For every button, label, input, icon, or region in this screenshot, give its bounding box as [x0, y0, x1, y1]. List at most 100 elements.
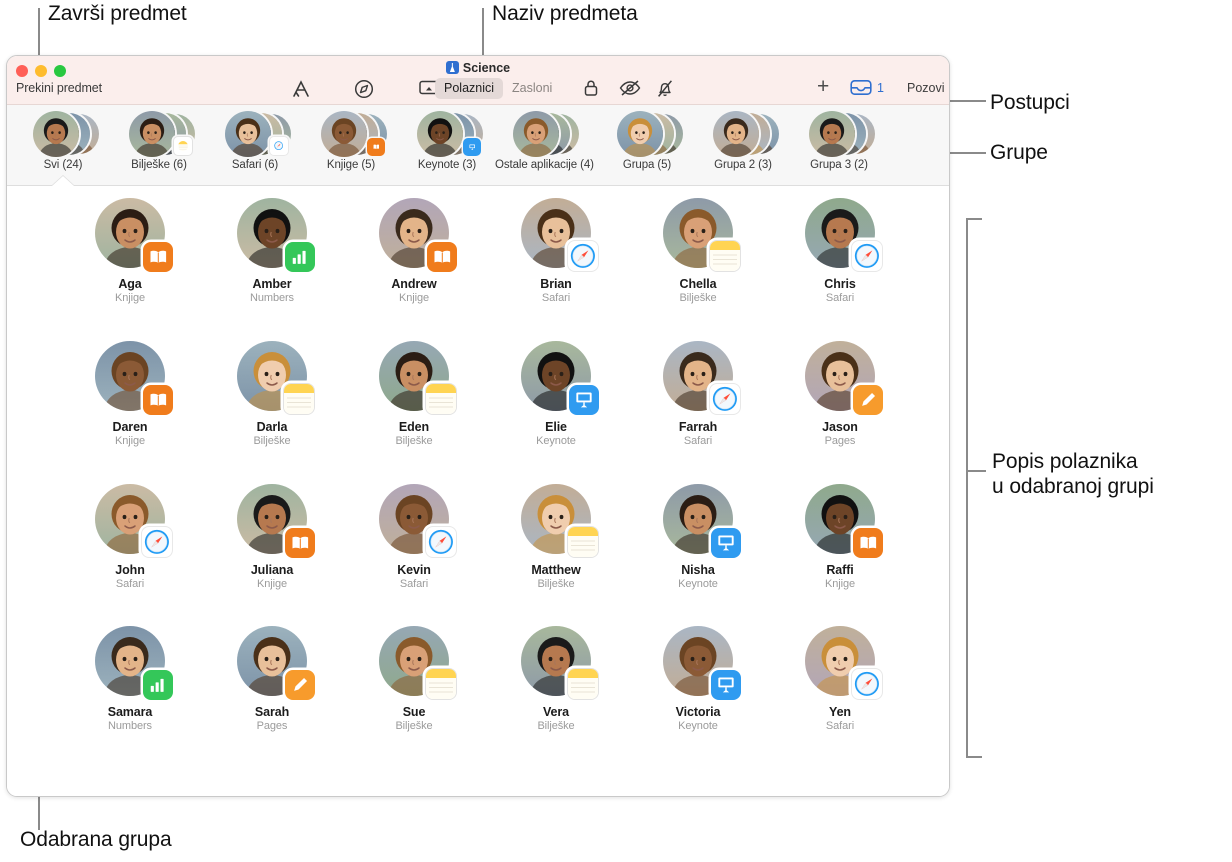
student-name: Samara	[107, 705, 153, 719]
group-tab-6[interactable]: Ostale aplikacije (4)	[495, 111, 594, 171]
group-tab-label: Svi (24)	[43, 159, 83, 171]
student-card[interactable]: Andrew Knjige	[343, 198, 485, 304]
student-card[interactable]: Nisha Keynote	[627, 484, 769, 590]
student-photo-wrap	[379, 341, 457, 415]
avatar	[809, 111, 855, 157]
notes-app-icon	[173, 136, 193, 156]
pages-app-icon	[285, 670, 315, 700]
student-card[interactable]: Sue Bilješke	[343, 626, 485, 732]
student-photo-wrap	[663, 341, 741, 415]
keynote-app-icon	[569, 385, 599, 415]
student-card[interactable]: Matthew Bilješke	[485, 484, 627, 590]
group-tab-3[interactable]: Safari (6)	[207, 111, 303, 171]
safari-app-icon	[851, 668, 883, 700]
student-current-app: Knjige	[257, 578, 287, 590]
navigate-safari-icon[interactable]	[353, 78, 379, 100]
avatar	[617, 111, 663, 157]
student-card[interactable]: Elie Keynote	[485, 341, 627, 447]
invite-button[interactable]: Pozovi	[907, 81, 945, 95]
student-name: Darla	[256, 420, 288, 434]
student-name: Eden	[398, 420, 430, 434]
view-segmented-control[interactable]: Polaznici Zasloni	[435, 78, 561, 99]
student-card[interactable]: Vera Bilješke	[485, 626, 627, 732]
student-card[interactable]: Raffi Knjige	[769, 484, 911, 590]
group-avatar-stack	[207, 111, 303, 157]
student-current-app: Knjige	[399, 292, 429, 304]
hide-screen-eye-icon[interactable]	[618, 78, 644, 100]
student-card[interactable]: Samara Numbers	[59, 626, 201, 732]
student-card[interactable]: Chris Safari	[769, 198, 911, 304]
student-card[interactable]: Aga Knjige	[59, 198, 201, 304]
selected-group-indicator	[52, 176, 74, 186]
student-photo-wrap	[805, 198, 883, 272]
student-card[interactable]: Farrah Safari	[627, 341, 769, 447]
inbox-button[interactable]: 1	[850, 79, 884, 96]
end-class-button[interactable]: Prekini predmet	[16, 81, 102, 95]
group-avatar-stack	[599, 111, 695, 157]
class-title-text: Science	[462, 61, 511, 75]
student-name: Sue	[402, 705, 426, 719]
callout-groups: Grupe	[990, 141, 1048, 164]
group-tab-7[interactable]: Grupa (5)	[599, 111, 695, 171]
student-photo-wrap	[237, 341, 315, 415]
student-card[interactable]: Sarah Pages	[201, 626, 343, 732]
mute-bell-icon[interactable]	[655, 78, 681, 100]
lock-icon[interactable]	[582, 78, 608, 100]
classroom-window: Prekini predmet Science Polaznici Zaslon…	[6, 55, 950, 797]
group-tab-5[interactable]: Keynote (3)	[399, 111, 495, 171]
group-tab-1[interactable]: Svi (24)	[15, 111, 111, 171]
books-app-icon	[285, 528, 315, 558]
student-card[interactable]: John Safari	[59, 484, 201, 590]
group-avatar-stack	[495, 111, 591, 157]
tab-polaznici[interactable]: Polaznici	[435, 78, 504, 99]
student-card[interactable]: Darla Bilješke	[201, 341, 343, 447]
student-card[interactable]: Yen Safari	[769, 626, 911, 732]
student-card[interactable]: Amber Numbers	[201, 198, 343, 304]
student-grid: Aga Knjige Amber Numbers Andrew Knjige B…	[7, 186, 949, 796]
student-photo-wrap	[95, 626, 173, 700]
student-card[interactable]: Kevin Safari	[343, 484, 485, 590]
window-titlebar: Prekini predmet Science Polaznici Zaslon…	[7, 56, 949, 105]
student-name: Chella	[679, 277, 717, 291]
group-tab-2[interactable]: Bilješke (6)	[111, 111, 207, 171]
student-photo-wrap	[95, 198, 173, 272]
student-current-app: Pages	[256, 720, 288, 732]
student-current-app: Safari	[541, 292, 571, 304]
student-card[interactable]: Jason Pages	[769, 341, 911, 447]
group-tab-9[interactable]: Grupa 3 (2)	[791, 111, 887, 171]
student-current-app: Safari	[115, 578, 145, 590]
student-photo-wrap	[805, 626, 883, 700]
tab-zasloni[interactable]: Zasloni	[503, 78, 561, 99]
student-current-app: Knjige	[825, 578, 855, 590]
group-tab-8[interactable]: Grupa 2 (3)	[695, 111, 791, 171]
student-current-app: Safari	[825, 720, 855, 732]
groups-strip: Svi (24) Bilješke (6) Safari (6) Knjige …	[7, 105, 949, 186]
student-name: Chris	[824, 277, 856, 291]
notes-app-icon	[283, 383, 315, 415]
student-card[interactable]: Chella Bilješke	[627, 198, 769, 304]
student-current-app: Numbers	[250, 292, 294, 304]
inbox-tray-icon	[850, 79, 872, 95]
student-card[interactable]: Daren Knjige	[59, 341, 201, 447]
student-photo-wrap	[379, 626, 457, 700]
books-app-icon	[367, 138, 385, 156]
numbers-app-icon	[285, 242, 315, 272]
group-tab-label: Safari (6)	[231, 159, 279, 171]
student-card[interactable]: Victoria Keynote	[627, 626, 769, 732]
student-name: Victoria	[675, 705, 721, 719]
leader-bracket-students-top	[966, 218, 982, 220]
student-photo-wrap	[237, 626, 315, 700]
avatar	[513, 111, 559, 157]
leader-line-actions	[962, 100, 986, 102]
avatar	[321, 111, 367, 157]
student-card[interactable]: Eden Bilješke	[343, 341, 485, 447]
student-card[interactable]: Juliana Knjige	[201, 484, 343, 590]
group-tab-4[interactable]: Knjige (5)	[303, 111, 399, 171]
open-app-icon[interactable]	[289, 78, 315, 100]
callout-end-class: Završi predmet	[48, 2, 187, 25]
student-card[interactable]: Brian Safari	[485, 198, 627, 304]
student-current-app: Bilješke	[537, 578, 575, 590]
safari-app-icon	[425, 526, 457, 558]
add-button[interactable]: +	[817, 76, 829, 97]
callout-student-list: Popis polaznika u odabranoj grupi	[992, 450, 1154, 498]
